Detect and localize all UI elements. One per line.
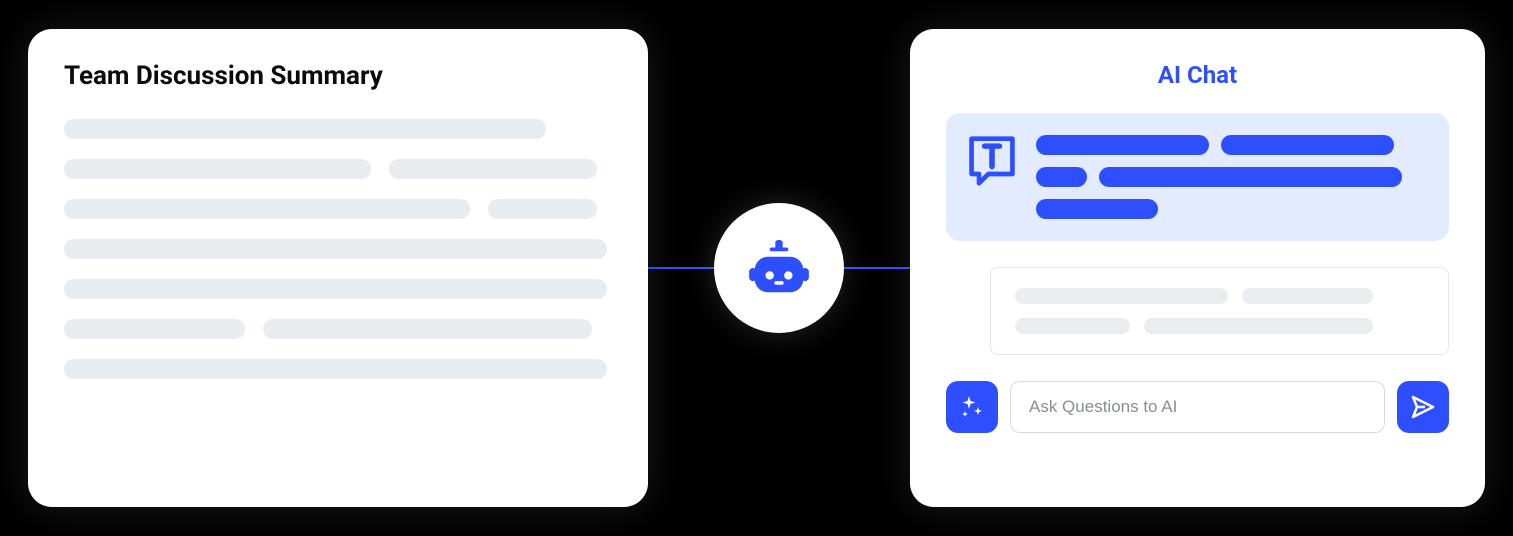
skeleton-row — [64, 159, 612, 179]
summary-title: Team Discussion Summary — [64, 61, 612, 91]
user-message — [990, 267, 1449, 355]
message-line — [1099, 167, 1402, 187]
skeleton-line — [64, 239, 607, 259]
skeleton-line — [488, 199, 598, 219]
skeleton-line — [389, 159, 597, 179]
skeleton-line — [64, 359, 607, 379]
connector — [648, 203, 910, 333]
skeleton-line — [64, 199, 470, 219]
message-line — [1036, 135, 1209, 155]
thread-icon — [966, 135, 1018, 187]
ai-message — [946, 113, 1449, 241]
message-line — [1144, 318, 1373, 334]
skeleton-content — [64, 119, 612, 379]
sparkle-icon — [959, 394, 985, 420]
skeleton-line — [64, 119, 546, 139]
skeleton-line — [64, 319, 245, 339]
chat-card: AI Chat — [910, 29, 1485, 507]
chat-input[interactable] — [1010, 381, 1385, 433]
sparkle-button[interactable] — [946, 381, 998, 433]
chat-title: AI Chat — [946, 61, 1449, 89]
skeleton-row — [64, 319, 612, 339]
send-button[interactable] — [1397, 381, 1449, 433]
message-line — [1036, 167, 1087, 187]
skeleton-line — [64, 159, 371, 179]
skeleton-line — [64, 279, 607, 299]
chat-input-row — [946, 381, 1449, 433]
message-line — [1221, 135, 1394, 155]
message-line — [1015, 288, 1228, 304]
skeleton-row — [64, 199, 612, 219]
skeleton-line — [263, 319, 592, 339]
message-line — [1015, 318, 1130, 334]
ai-message-content — [1036, 135, 1429, 219]
send-icon — [1410, 394, 1436, 420]
message-line — [1036, 199, 1158, 219]
message-line — [1242, 288, 1373, 304]
bot-icon — [748, 240, 810, 296]
summary-card: Team Discussion Summary — [28, 29, 648, 507]
bot-circle — [714, 203, 844, 333]
